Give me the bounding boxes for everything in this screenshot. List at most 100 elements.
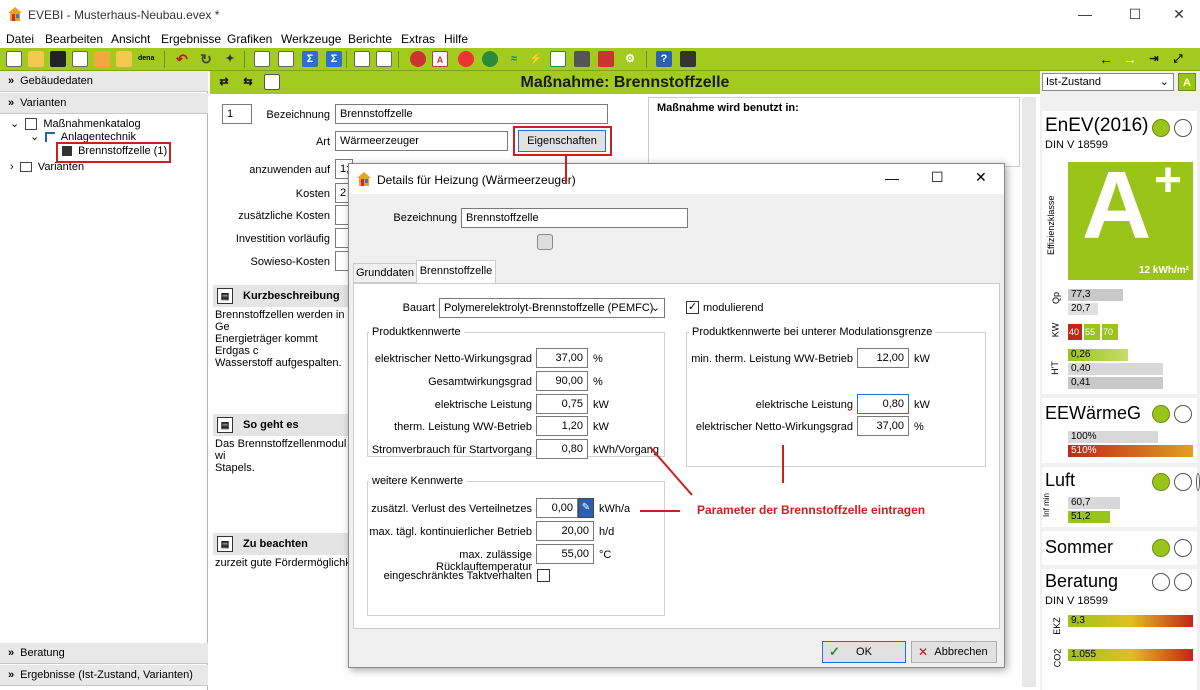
weitere-unit-1: kWh/a [599,503,631,515]
refresh-icon[interactable]: ↻ [198,51,214,67]
undo-icon[interactable]: ↶ [174,51,190,67]
add-icon[interactable]: ⇄ [216,74,232,90]
details-dialog: Details für Heizung (Wärmeerzeuger) — ☐ … [348,163,1005,668]
database-icon[interactable] [537,234,553,250]
menu-ergebnisse[interactable]: Ergebnisse [161,32,221,46]
abbrechen-button[interactable]: ✕ Abbrechen [911,641,997,663]
beratung-header[interactable]: » Beratung [0,643,208,664]
back-arrow-icon[interactable]: ← [1098,51,1114,67]
dialog-maximize-button[interactable]: ☐ [931,169,944,186]
bauart-select[interactable]: Polymerelektrolyt-Brennstoffzelle (PEMFC… [439,298,665,318]
green-gear-icon[interactable] [482,51,498,67]
tab-brennstoffzelle[interactable]: Brennstoffzelle [416,260,496,284]
annotation-line [565,156,567,184]
menu-datei[interactable]: Datei [6,32,34,46]
zus-kosten-label: zusätzliche Kosten [238,210,330,222]
art-input[interactable]: Wärmeerzeuger [335,131,508,151]
takt-checkbox[interactable] [537,569,550,582]
enev-din: DIN V 18599 [1045,139,1108,151]
menu-extras[interactable]: Extras [401,32,435,46]
produkt-unit-4: kW [593,421,609,433]
ladder-icon[interactable] [376,51,392,67]
export-icon[interactable] [116,51,132,67]
produkt-input-1[interactable]: 37,00 [536,348,588,368]
zustand-select[interactable]: Ist-Zustand ⌄ [1042,73,1174,91]
qp-bar-1: 77,3 [1068,289,1123,301]
produkt-input-3[interactable]: 0,75 [536,394,588,414]
water-icon[interactable]: ≈ [506,51,522,67]
produkt-input-5[interactable]: 0,80 [536,439,588,459]
dialog-minimize-button[interactable]: — [885,170,899,186]
house-icon[interactable] [550,51,566,67]
tool-icon[interactable]: ⚙ [622,51,638,67]
modul-label-1: min. therm. Leistung WW-Betrieb [691,353,853,365]
red-ball-icon[interactable] [458,51,474,67]
collapse-icon[interactable]: ⌄ [30,131,39,143]
expand-icon[interactable]: › [10,161,14,173]
import-icon[interactable] [94,51,110,67]
expand-icon[interactable]: ⤢ [1170,51,1186,67]
produkt-input-2[interactable]: 90,00 [536,371,588,391]
calculator-icon[interactable] [680,51,696,67]
edit-pencil-icon[interactable]: ✎ [578,498,594,518]
menu-werkzeuge[interactable]: Werkzeuge [281,32,341,46]
forward-arrow-icon[interactable]: → [1122,51,1138,67]
menu-berichte[interactable]: Berichte [348,32,392,46]
produkt-input-4[interactable]: 1,20 [536,416,588,436]
sigma-calc-icon[interactable]: Σ [326,51,342,67]
dialog-close-button[interactable]: ✕ [975,169,987,186]
save-icon[interactable] [50,51,66,67]
wizard-icon[interactable]: ✦ [222,51,238,67]
energy-icon[interactable]: ⚡ [528,51,544,67]
component-icon[interactable] [410,51,426,67]
tree-icon[interactable] [354,51,370,67]
modul-input-1[interactable]: 12,00 [857,348,909,368]
minimize-button[interactable]: — [1062,0,1108,29]
menu-hilfe[interactable]: Hilfe [444,32,468,46]
dialog-title: Details für Heizung (Wärmeerzeuger) [377,173,576,187]
collapse-icon[interactable]: ⌄ [10,118,19,130]
varianten-header[interactable]: » Varianten [0,93,208,114]
menu-ansicht[interactable]: Ansicht [111,32,150,46]
dena-icon[interactable]: dena [138,51,154,67]
menu-grafiken[interactable]: Grafiken [227,32,272,46]
close-button[interactable]: ✕ [1156,0,1200,29]
menu-bearbeiten[interactable]: Bearbeiten [45,32,103,46]
dialog-bezeichnung-input[interactable]: Brennstoffzelle [461,208,688,228]
main-toolbar: dena ↶ ↻ ✦ Σ Σ A ≈ ⚡ ⚙ ? ← → ⇥ ⤢ [0,48,1200,71]
new-file-icon[interactable] [6,51,22,67]
luft-bar-1: 60,7 [1068,497,1120,509]
open-folder-icon[interactable] [28,51,44,67]
modulierend-checkbox[interactable]: ✓ [686,301,699,314]
main-scrollbar[interactable] [1022,97,1036,687]
ekz-bar: 9,3 [1068,615,1193,627]
doc-icon[interactable] [264,74,280,90]
remove-icon[interactable]: ⇆ [240,74,256,90]
number-field[interactable]: 1 [222,104,252,124]
gebaeudedaten-header[interactable]: » Gebäudedaten [0,71,208,92]
pdf-icon[interactable]: A [432,51,448,67]
weitere-input-3[interactable]: 55,00 [536,544,594,564]
goto-icon[interactable]: ⇥ [1146,51,1162,67]
copy-icon[interactable] [72,51,88,67]
tree-varianten[interactable]: › Varianten [10,161,84,173]
help-icon[interactable]: ? [656,51,672,67]
tree-katalog[interactable]: ⌄ Maßnahmenkatalog [10,117,141,131]
kosten-label: Kosten [295,188,330,200]
maximize-button[interactable]: ☐ [1112,0,1158,29]
a-badge-icon[interactable]: A [1178,73,1196,91]
modul-input-3[interactable]: 37,00 [857,416,909,436]
sum-icon[interactable]: Σ [302,51,318,67]
heat-icon[interactable] [598,51,614,67]
meter-icon[interactable] [574,51,590,67]
ok-button[interactable]: ✓ OK [822,641,906,663]
bezeichnung-input[interactable]: Brennstoffzelle [335,104,608,124]
weitere-input-1[interactable]: 0,00 [536,498,578,518]
beratung-indicator-empty-2 [1174,573,1192,591]
ergebnisse-header[interactable]: » Ergebnisse (Ist-Zustand, Varianten) [0,665,208,686]
weitere-input-2[interactable]: 20,00 [536,521,594,541]
modul-input-2[interactable]: 0,80 [857,394,909,414]
tab-grunddaten[interactable]: Grunddaten [353,263,417,283]
document-icon[interactable] [254,51,270,67]
list-icon[interactable] [278,51,294,67]
